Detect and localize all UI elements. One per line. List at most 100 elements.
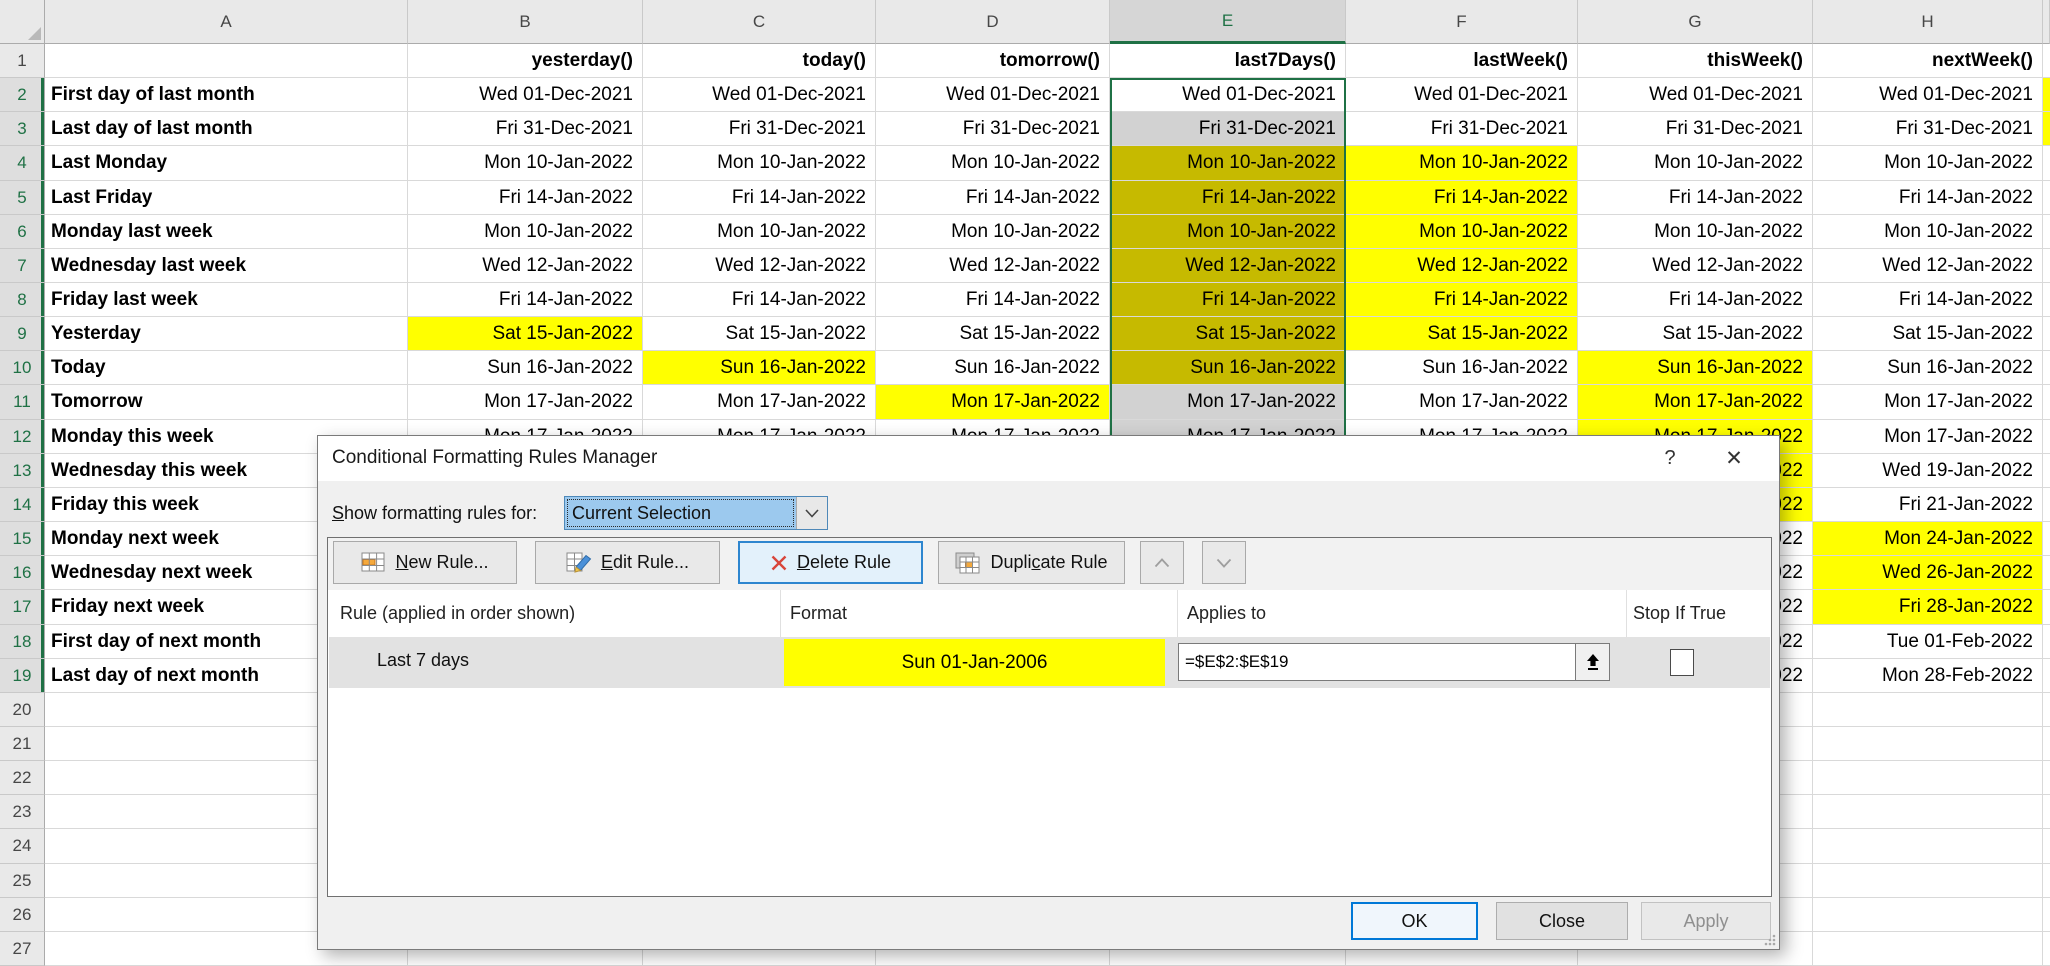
cell-D8[interactable]: Fri 14-Jan-2022 (876, 283, 1110, 317)
cell-I16[interactable] (2043, 556, 2050, 590)
cell-F8[interactable]: Fri 14-Jan-2022 (1346, 283, 1578, 317)
row-header-11[interactable]: 11 (0, 385, 45, 420)
column-header-E[interactable]: E (1110, 0, 1346, 44)
cell-C3[interactable]: Fri 31-Dec-2021 (643, 112, 876, 146)
cell-C5[interactable]: Fri 14-Jan-2022 (643, 181, 876, 215)
cell-B1[interactable]: yesterday() (408, 44, 643, 78)
column-header-D[interactable]: D (876, 0, 1110, 44)
cell-E6[interactable]: Mon 10-Jan-2022 (1110, 215, 1346, 249)
cell-G3[interactable]: Fri 31-Dec-2021 (1578, 112, 1813, 146)
cell-H23[interactable] (1813, 795, 2043, 829)
cell-A7[interactable]: Wednesday last week (45, 249, 408, 283)
cell-D9[interactable]: Sat 15-Jan-2022 (876, 317, 1110, 351)
cell-H24[interactable] (1813, 829, 2043, 864)
row-header-14[interactable]: 14 (0, 488, 45, 522)
row-header-12[interactable]: 12 (0, 420, 45, 454)
cell-E1[interactable]: last7Days() (1110, 44, 1346, 78)
row-header-10[interactable]: 10 (0, 351, 45, 385)
cell-B6[interactable]: Mon 10-Jan-2022 (408, 215, 643, 249)
cell-D11[interactable]: Mon 17-Jan-2022 (876, 385, 1110, 420)
cell-A10[interactable]: Today (45, 351, 408, 385)
cell-I10[interactable] (2043, 351, 2050, 385)
row-header-4[interactable]: 4 (0, 146, 45, 181)
cell-A6[interactable]: Monday last week (45, 215, 408, 249)
cell-I18[interactable] (2043, 625, 2050, 659)
cell-G10[interactable]: Sun 16-Jan-2022 (1578, 351, 1813, 385)
cell-H14[interactable]: Fri 21-Jan-2022 (1813, 488, 2043, 522)
cell-D2[interactable]: Wed 01-Dec-2021 (876, 78, 1110, 112)
cell-C1[interactable]: today() (643, 44, 876, 78)
cell-C7[interactable]: Wed 12-Jan-2022 (643, 249, 876, 283)
cell-A8[interactable]: Friday last week (45, 283, 408, 317)
cell-E7[interactable]: Wed 12-Jan-2022 (1110, 249, 1346, 283)
cell-I11[interactable] (2043, 385, 2050, 420)
cell-H1[interactable]: nextWeek() (1813, 44, 2043, 78)
cell-I15[interactable] (2043, 522, 2050, 556)
duplicate-rule-button[interactable]: Duplicate Rule (938, 541, 1125, 584)
cell-A9[interactable]: Yesterday (45, 317, 408, 351)
column-header-B[interactable]: B (408, 0, 643, 44)
rule-row[interactable]: Last 7 days Sun 01-Jan-2006 (329, 637, 1770, 688)
cell-E11[interactable]: Mon 17-Jan-2022 (1110, 385, 1346, 420)
cell-H27[interactable] (1813, 932, 2043, 966)
cell-I24[interactable] (2043, 829, 2050, 864)
cell-G2[interactable]: Wed 01-Dec-2021 (1578, 78, 1813, 112)
cell-H18[interactable]: Tue 01-Feb-2022 (1813, 625, 2043, 659)
help-icon[interactable]: ? (1647, 436, 1693, 481)
select-all-corner[interactable] (0, 0, 45, 44)
column-header-F[interactable]: F (1346, 0, 1578, 44)
cell-I13[interactable] (2043, 454, 2050, 488)
cell-I7[interactable] (2043, 249, 2050, 283)
cell-D10[interactable]: Sun 16-Jan-2022 (876, 351, 1110, 385)
column-header-I[interactable] (2043, 0, 2050, 44)
cell-D4[interactable]: Mon 10-Jan-2022 (876, 146, 1110, 181)
row-header-17[interactable]: 17 (0, 590, 45, 625)
new-rule-button[interactable]: New Rule... (333, 541, 517, 584)
cell-G5[interactable]: Fri 14-Jan-2022 (1578, 181, 1813, 215)
cell-I9[interactable] (2043, 317, 2050, 351)
cell-G11[interactable]: Mon 17-Jan-2022 (1578, 385, 1813, 420)
cell-I12[interactable] (2043, 420, 2050, 454)
edit-rule-button[interactable]: Edit Rule... (535, 541, 720, 584)
cell-C9[interactable]: Sat 15-Jan-2022 (643, 317, 876, 351)
row-header-16[interactable]: 16 (0, 556, 45, 590)
cell-H17[interactable]: Fri 28-Jan-2022 (1813, 590, 2043, 625)
cell-A2[interactable]: First day of last month (45, 78, 408, 112)
cell-G4[interactable]: Mon 10-Jan-2022 (1578, 146, 1813, 181)
cell-H8[interactable]: Fri 14-Jan-2022 (1813, 283, 2043, 317)
column-header-C[interactable]: C (643, 0, 876, 44)
cell-B9[interactable]: Sat 15-Jan-2022 (408, 317, 643, 351)
cell-H5[interactable]: Fri 14-Jan-2022 (1813, 181, 2043, 215)
cell-F2[interactable]: Wed 01-Dec-2021 (1346, 78, 1578, 112)
cell-E10[interactable]: Sun 16-Jan-2022 (1110, 351, 1346, 385)
cell-D6[interactable]: Mon 10-Jan-2022 (876, 215, 1110, 249)
cell-H9[interactable]: Sat 15-Jan-2022 (1813, 317, 2043, 351)
cell-I14[interactable] (2043, 488, 2050, 522)
row-header-19[interactable]: 19 (0, 659, 45, 693)
cell-I6[interactable] (2043, 215, 2050, 249)
row-header-22[interactable]: 22 (0, 761, 45, 795)
cell-E4[interactable]: Mon 10-Jan-2022 (1110, 146, 1346, 181)
cell-D3[interactable]: Fri 31-Dec-2021 (876, 112, 1110, 146)
cell-B4[interactable]: Mon 10-Jan-2022 (408, 146, 643, 181)
cell-C4[interactable]: Mon 10-Jan-2022 (643, 146, 876, 181)
cell-I1[interactable] (2043, 44, 2050, 78)
cell-D7[interactable]: Wed 12-Jan-2022 (876, 249, 1110, 283)
cell-H12[interactable]: Mon 17-Jan-2022 (1813, 420, 2043, 454)
cell-H19[interactable]: Mon 28-Feb-2022 (1813, 659, 2043, 693)
cell-B11[interactable]: Mon 17-Jan-2022 (408, 385, 643, 420)
row-header-13[interactable]: 13 (0, 454, 45, 488)
cell-H7[interactable]: Wed 12-Jan-2022 (1813, 249, 2043, 283)
cell-H3[interactable]: Fri 31-Dec-2021 (1813, 112, 2043, 146)
cell-I26[interactable] (2043, 898, 2050, 932)
cell-I23[interactable] (2043, 795, 2050, 829)
cell-A5[interactable]: Last Friday (45, 181, 408, 215)
row-header-23[interactable]: 23 (0, 795, 45, 829)
cell-F9[interactable]: Sat 15-Jan-2022 (1346, 317, 1578, 351)
cell-I25[interactable] (2043, 864, 2050, 898)
row-header-1[interactable]: 1 (0, 44, 45, 78)
cell-G1[interactable]: thisWeek() (1578, 44, 1813, 78)
cell-A11[interactable]: Tomorrow (45, 385, 408, 420)
row-header-21[interactable]: 21 (0, 727, 45, 761)
cell-B2[interactable]: Wed 01-Dec-2021 (408, 78, 643, 112)
